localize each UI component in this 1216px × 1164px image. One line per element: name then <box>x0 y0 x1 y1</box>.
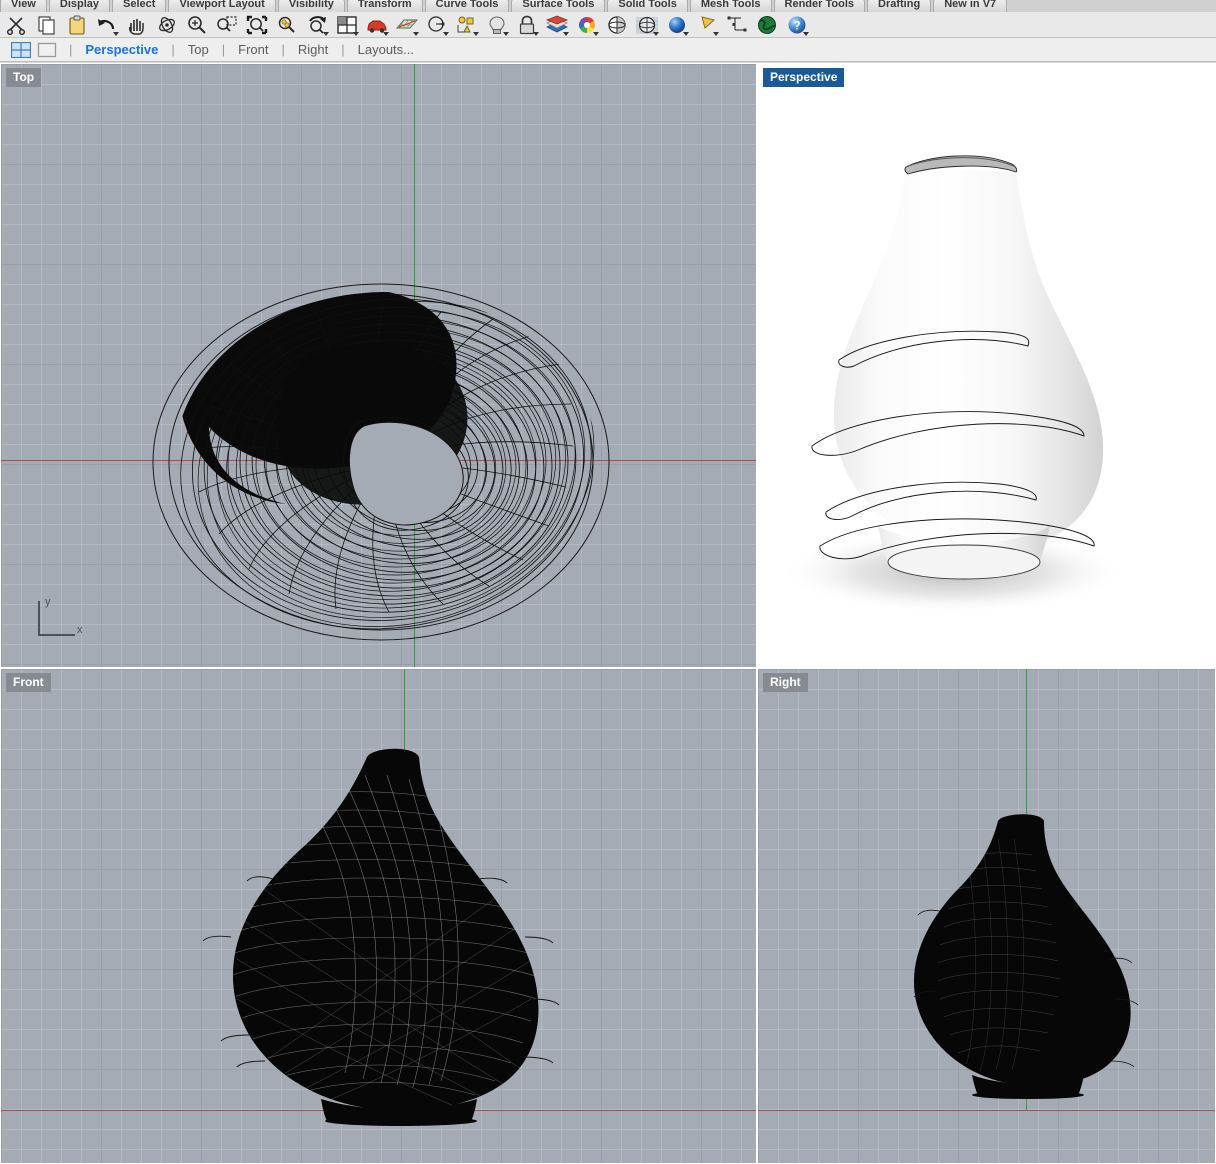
render-flyout-arrow[interactable] <box>683 31 689 36</box>
tab-right[interactable]: Right <box>294 42 332 57</box>
gumball-rotate-icon[interactable] <box>152 12 182 37</box>
undo-icon[interactable] <box>92 12 122 37</box>
dimension-icon[interactable] <box>722 12 752 37</box>
named-view-car-icon[interactable] <box>362 12 392 37</box>
menu-tab-display[interactable]: Display <box>48 0 111 12</box>
osnap-flyout-arrow[interactable] <box>443 31 449 36</box>
light-cone-icon[interactable] <box>692 12 722 37</box>
help-icon[interactable]: ? <box>782 12 812 37</box>
shade-sphere-icon[interactable] <box>602 12 632 37</box>
light-cone-flyout-arrow[interactable] <box>713 31 719 36</box>
zoom-extents-icon[interactable] <box>242 12 272 37</box>
cplane-grid-icon[interactable] <box>392 12 422 37</box>
axis-label-y: y <box>45 596 51 608</box>
front-view-wireframe-model[interactable] <box>1 669 756 1163</box>
rotate-view-icon[interactable] <box>302 12 332 37</box>
zoom-in-icon[interactable] <box>182 12 212 37</box>
color-wheel-flyout-arrow[interactable] <box>593 31 599 36</box>
undo-flyout-arrow[interactable] <box>113 31 119 36</box>
viewport-grid: y x Top Perspective Front Right <box>0 63 1216 1164</box>
menu-tab-strip: View Display Select Viewport Layout Visi… <box>0 0 1216 12</box>
color-wheel-icon[interactable] <box>572 12 602 37</box>
menu-tab-view[interactable]: View <box>0 0 47 12</box>
zoom-selected-icon[interactable] <box>272 12 302 37</box>
viewport-top[interactable]: y x Top <box>0 63 757 668</box>
viewport-label-right[interactable]: Right <box>763 673 808 692</box>
top-axis-indicator: y x <box>38 596 83 636</box>
viewport-label-top[interactable]: Top <box>6 68 42 87</box>
copy-icon[interactable] <box>32 12 62 37</box>
viewport-label-front[interactable]: Front <box>6 673 51 692</box>
rotate-view-flyout-arrow[interactable] <box>323 31 329 36</box>
point-objects-flyout-arrow[interactable] <box>473 31 479 36</box>
menu-tab-select[interactable]: Select <box>112 0 167 12</box>
viewport-perspective[interactable]: Perspective <box>757 63 1216 668</box>
menu-tab-new-in-v7[interactable]: New in V7 <box>933 0 1008 12</box>
main-toolbar: ? <box>0 12 1216 38</box>
svg-text:?: ? <box>793 20 800 32</box>
light-bulb-flyout-arrow[interactable] <box>503 31 509 36</box>
tab-top[interactable]: Top <box>184 42 213 57</box>
menu-tab-mesh-tools[interactable]: Mesh Tools <box>689 0 772 12</box>
tab-layouts[interactable]: Layouts... <box>354 42 418 57</box>
light-bulb-icon[interactable] <box>482 12 512 37</box>
menu-tab-drafting[interactable]: Drafting <box>867 0 932 12</box>
pan-hand-icon[interactable] <box>122 12 152 37</box>
osnap-circle-icon[interactable] <box>422 12 452 37</box>
single-viewport-icon[interactable] <box>34 41 60 59</box>
viewport-tab-bar: | Perspective | Top | Front | Right | La… <box>0 38 1216 62</box>
ghosted-flyout-arrow[interactable] <box>653 31 659 36</box>
point-objects-icon[interactable] <box>452 12 482 37</box>
menu-tab-viewport-layout[interactable]: Viewport Layout <box>168 0 276 12</box>
top-view-wireframe-model[interactable] <box>1 64 756 667</box>
ghosted-sphere-icon[interactable] <box>632 12 662 37</box>
menu-strip-filler <box>1009 0 1216 12</box>
lock-icon[interactable] <box>512 12 542 37</box>
viewport-layout-flyout-arrow[interactable] <box>353 31 359 36</box>
globe-icon[interactable] <box>752 12 782 37</box>
layers-icon[interactable] <box>542 12 572 37</box>
layers-flyout-arrow[interactable] <box>563 31 569 36</box>
tabbar-separator-4: | <box>341 42 345 57</box>
viewport-front[interactable]: Front <box>0 668 757 1164</box>
help-flyout-arrow[interactable] <box>803 31 809 36</box>
lock-flyout-arrow[interactable] <box>533 31 539 36</box>
menu-tab-curve-tools[interactable]: Curve Tools <box>424 0 510 12</box>
right-view-wireframe-model[interactable] <box>758 669 1215 1163</box>
cut-icon[interactable] <box>2 12 32 37</box>
menu-tab-visibility[interactable]: Visibility <box>277 0 345 12</box>
menu-tab-render-tools[interactable]: Render Tools <box>773 0 866 12</box>
tab-front[interactable]: Front <box>234 42 272 57</box>
perspective-shaded-vase[interactable] <box>758 64 1215 667</box>
tab-perspective[interactable]: Perspective <box>81 42 162 57</box>
zoom-window-icon[interactable] <box>212 12 242 37</box>
viewport-label-perspective[interactable]: Perspective <box>763 68 845 87</box>
axis-label-x: x <box>77 624 83 636</box>
tabbar-separator-1: | <box>171 42 175 57</box>
menu-tab-surface-tools[interactable]: Surface Tools <box>511 0 606 12</box>
menu-tab-solid-tools[interactable]: Solid Tools <box>607 0 688 12</box>
named-view-flyout-arrow[interactable] <box>383 31 389 36</box>
tabbar-separator-0: | <box>69 42 73 57</box>
tabbar-separator-2: | <box>221 42 226 57</box>
tabbar-separator-3: | <box>281 42 285 57</box>
viewport-layout-icon[interactable] <box>332 12 362 37</box>
cplane-flyout-arrow[interactable] <box>413 31 419 36</box>
paste-icon[interactable] <box>62 12 92 37</box>
render-sphere-icon[interactable] <box>662 12 692 37</box>
viewport-right[interactable]: Right <box>757 668 1216 1164</box>
menu-tab-transform[interactable]: Transform <box>346 0 423 12</box>
four-viewport-icon[interactable] <box>8 41 34 59</box>
